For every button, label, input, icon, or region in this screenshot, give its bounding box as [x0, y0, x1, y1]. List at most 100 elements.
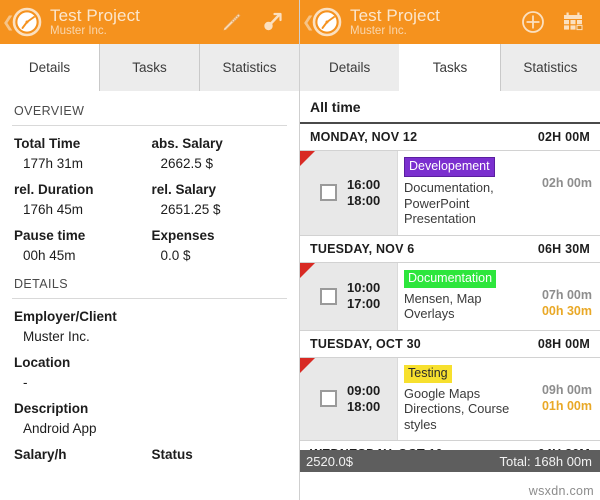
task-description: Google Maps Directions, Course styles — [404, 385, 510, 432]
tab-details-label: Details — [28, 60, 71, 75]
day-name: TUESDAY, OCT 30 — [310, 336, 421, 351]
salary-per-hour-label: Salary/h — [14, 447, 67, 462]
day-name: MONDAY, NOV 12 — [310, 130, 418, 144]
day-header[interactable]: TUESDAY, OCT 30 08H 00M — [300, 330, 600, 358]
dual-screenshot: ❮ Test Project Muster Inc. Details Tasks… — [0, 0, 600, 500]
task-times: 16:00 18:00 — [347, 177, 380, 209]
task-end-time: 18:00 — [347, 192, 381, 208]
details-content: OVERVIEW Total Time abs. Salary 177h 31m… — [0, 91, 299, 463]
task-time-block: 09:00 18:00 — [300, 357, 398, 440]
day-header[interactable]: TUESDAY, NOV 6 06H 30M — [300, 235, 600, 263]
total-time-label: Total Time — [14, 136, 81, 151]
day-total: 06H 30M — [537, 241, 590, 256]
watermark: wsxdn.com — [528, 484, 594, 498]
edit-icon[interactable] — [219, 9, 245, 35]
task-time-block: 10:00 17:00 — [300, 262, 398, 330]
tab-tasks[interactable]: Tasks — [99, 44, 199, 91]
task-times: 09:00 18:00 — [347, 383, 380, 415]
task-tag: Developement — [404, 157, 495, 177]
pin-icon[interactable] — [259, 9, 285, 35]
location-value: - — [23, 375, 28, 390]
day-header[interactable]: MONDAY, NOV 12 02H 00M — [300, 124, 600, 151]
day-group: MONDAY, NOV 12 02H 00M 16:00 18:00 Devel… — [300, 124, 600, 236]
right-screen: ❮ Test Project Muster Inc. Details Tasks… — [300, 0, 600, 500]
tab-details-label: Details — [329, 60, 371, 75]
rel-salary-value: 2651.25 $ — [160, 202, 221, 217]
left-title-block: Test Project Muster Inc. — [50, 6, 219, 38]
calendar-icon[interactable] — [560, 9, 586, 35]
task-duration: 09h 00m — [541, 382, 592, 397]
task-time-block: 16:00 18:00 — [300, 151, 398, 235]
task-row[interactable]: 10:00 17:00 Documentation Mensen, Map Ov… — [300, 262, 600, 331]
right-action-icons — [520, 9, 594, 35]
priority-flag-icon — [300, 151, 315, 166]
task-tag: Testing — [404, 364, 452, 383]
right-tab-bar: Details Tasks Statistics — [300, 44, 600, 91]
task-pause-duration: 01h 00m — [541, 398, 592, 413]
task-start-time: 16:00 — [347, 176, 381, 192]
page-subtitle: Muster Inc. — [50, 25, 107, 37]
rel-salary-label: rel. Salary — [151, 182, 217, 197]
task-checkbox[interactable] — [320, 184, 337, 202]
tab-tasks-label: Tasks — [132, 60, 167, 75]
status-label: Status — [151, 447, 193, 462]
day-group: TUESDAY, OCT 30 08H 00M 09:00 18:00 Test… — [300, 330, 600, 441]
tab-statistics-label: Statistics — [523, 60, 578, 75]
day-total: 08H 00M — [537, 336, 590, 351]
tab-details[interactable]: Details — [300, 44, 400, 91]
task-duration: 02h 00m — [541, 176, 592, 190]
pause-time-label: Pause time — [14, 228, 86, 243]
task-row[interactable]: 16:00 18:00 Developement Documentation, … — [300, 151, 600, 236]
day-total: 02H 00M — [537, 130, 590, 144]
tab-statistics-label: Statistics — [222, 60, 277, 75]
task-duration: 07h 00m — [541, 287, 592, 302]
summary-earnings: 2520.0$ — [306, 453, 353, 469]
task-end-time: 17:00 — [347, 296, 381, 311]
abs-salary-value: 2662.5 $ — [160, 156, 214, 171]
task-times: 10:00 17:00 — [347, 280, 380, 312]
task-description: Mensen, Map Overlays — [404, 290, 482, 322]
tab-statistics[interactable]: Statistics — [499, 44, 600, 91]
task-checkbox[interactable] — [320, 287, 337, 305]
description-value: Android App — [23, 421, 97, 436]
right-title-block: Test Project Muster Inc. — [350, 6, 520, 38]
right-action-bar: ❮ Test Project Muster Inc. — [300, 0, 600, 44]
task-row[interactable]: 09:00 18:00 Testing Google Maps Directio… — [300, 357, 600, 441]
priority-flag-icon — [300, 262, 315, 278]
description-label: Description — [14, 401, 89, 416]
salary-status-grid: Salary/h Status — [12, 437, 287, 463]
expenses-label: Expenses — [151, 228, 215, 243]
overview-heading: OVERVIEW — [14, 104, 85, 118]
location-label: Location — [14, 355, 71, 370]
left-tab-bar: Details Tasks Statistics — [0, 44, 299, 91]
task-description: Documentation, PowerPoint Presentation — [404, 180, 494, 226]
pause-time-value: 00h 45m — [23, 248, 76, 263]
summary-total: Total: 168h 00m — [499, 453, 592, 469]
plus-circle-icon[interactable] — [520, 9, 546, 35]
left-action-icons — [219, 9, 293, 35]
filter-all-time[interactable]: All time — [300, 91, 600, 124]
clock-gauge-icon — [12, 7, 42, 37]
day-group: TUESDAY, NOV 6 06H 30M 10:00 17:00 Docum… — [300, 235, 600, 331]
task-checkbox[interactable] — [320, 390, 337, 408]
left-screen: ❮ Test Project Muster Inc. Details Tasks… — [0, 0, 300, 500]
task-durations: 07h 00m 00h 30m — [528, 263, 600, 330]
task-body: Developement Documentation, PowerPoint P… — [398, 151, 528, 235]
tab-tasks[interactable]: Tasks — [399, 44, 500, 91]
details-heading: DETAILS — [14, 277, 68, 291]
task-start-time: 10:00 — [347, 280, 381, 295]
expenses-value: 0.0 $ — [160, 248, 191, 263]
task-start-time: 09:00 — [347, 382, 381, 398]
tab-statistics[interactable]: Statistics — [199, 44, 299, 91]
page-subtitle: Muster Inc. — [350, 25, 407, 37]
summary-bar: 2520.0$ Total: 168h 00m — [300, 450, 600, 472]
rel-duration-label: rel. Duration — [14, 182, 94, 197]
task-body: Testing Google Maps Directions, Course s… — [398, 358, 528, 441]
task-pause-duration: 00h 30m — [541, 303, 592, 318]
rel-duration-value: 176h 45m — [23, 202, 84, 217]
tab-details[interactable]: Details — [0, 44, 99, 91]
task-durations: 02h 00m — [528, 151, 600, 235]
tab-tasks-label: Tasks — [432, 60, 468, 75]
task-end-time: 18:00 — [347, 398, 381, 414]
employer-value: Muster Inc. — [23, 329, 90, 344]
